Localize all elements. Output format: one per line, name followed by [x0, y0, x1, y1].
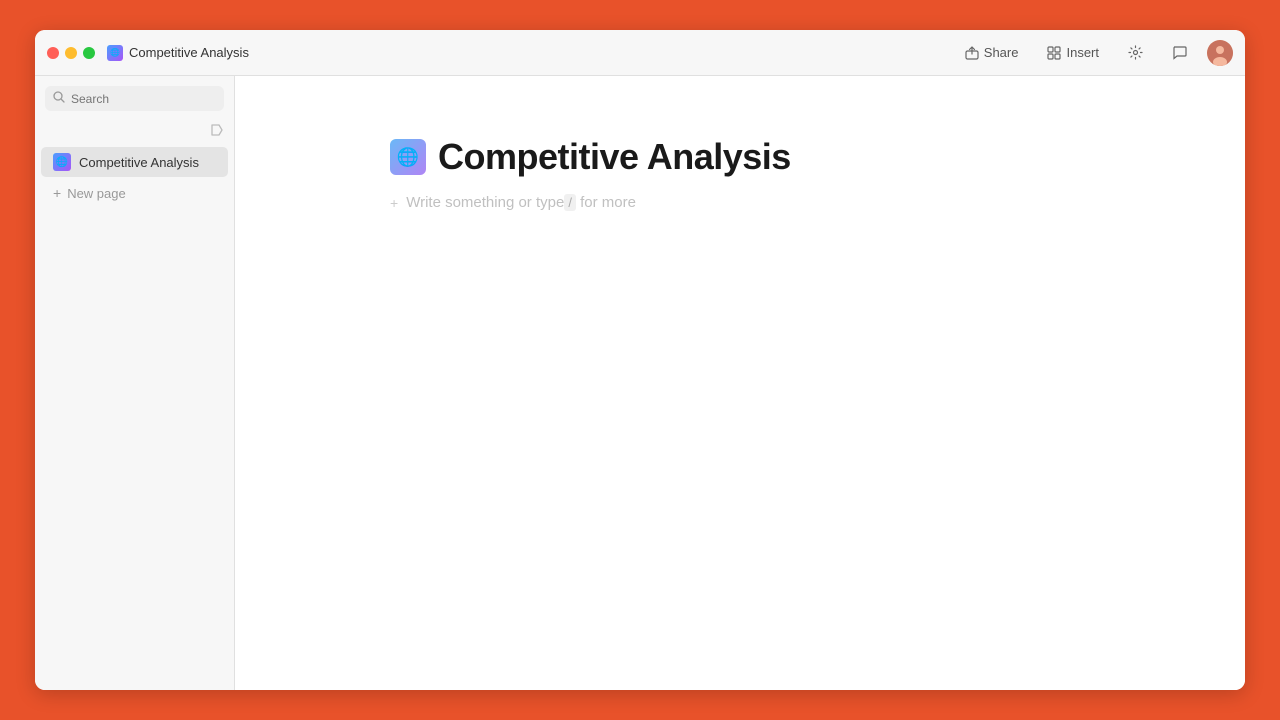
main-content: 🌐 Competitive Analysis + New page 🌐 Comp… [35, 76, 1245, 690]
insert-button[interactable]: Insert [1038, 41, 1107, 65]
share-icon [964, 45, 980, 61]
settings-icon [1127, 45, 1143, 61]
title-bar: 🌐 Competitive Analysis Share [35, 30, 1245, 76]
close-button[interactable] [47, 47, 59, 59]
editor-content: 🌐 Competitive Analysis + Write something… [390, 136, 1090, 211]
search-input[interactable] [71, 92, 216, 106]
avatar[interactable] [1207, 40, 1233, 66]
search-container [35, 86, 234, 111]
search-box[interactable] [45, 86, 224, 111]
editor-placeholder-row: + Write something or type/ for more [390, 194, 1090, 211]
placeholder-suffix: for more [576, 194, 636, 211]
placeholder-text: Write something or type [406, 194, 564, 211]
page-title[interactable]: Competitive Analysis [438, 136, 791, 178]
search-icon [53, 91, 65, 106]
title-bar-actions: Share Insert [956, 40, 1233, 66]
new-page-item[interactable]: + New page [41, 179, 228, 207]
sidebar: 🌐 Competitive Analysis + New page [35, 76, 235, 690]
title-bar-center: 🌐 Competitive Analysis [107, 45, 956, 61]
collapse-sidebar-icon[interactable] [206, 119, 228, 144]
settings-button[interactable] [1119, 41, 1151, 65]
editor-placeholder[interactable]: Write something or type/ for more [406, 194, 636, 211]
title-bar-title: Competitive Analysis [129, 45, 249, 60]
new-page-label: New page [67, 186, 126, 201]
minimize-button[interactable] [65, 47, 77, 59]
page-emoji: 🌐 [397, 147, 419, 168]
traffic-lights [47, 47, 95, 59]
comment-icon [1171, 45, 1187, 61]
share-button[interactable]: Share [956, 41, 1027, 65]
new-page-plus-icon: + [53, 185, 61, 201]
insert-label: Insert [1066, 45, 1099, 60]
maximize-button[interactable] [83, 47, 95, 59]
sidebar-item-label: Competitive Analysis [79, 155, 199, 170]
slash-command: / [564, 194, 576, 211]
placeholder-plus-icon: + [390, 195, 398, 211]
page-emoji-icon: 🌐 [390, 139, 426, 175]
comment-button[interactable] [1163, 41, 1195, 65]
page-title-row: 🌐 Competitive Analysis [390, 136, 1090, 178]
title-bar-page-icon: 🌐 [107, 45, 123, 61]
sidebar-item-competitive-analysis[interactable]: 🌐 Competitive Analysis [41, 147, 228, 177]
sidebar-item-icon: 🌐 [53, 153, 71, 171]
insert-icon [1046, 45, 1062, 61]
share-label: Share [984, 45, 1019, 60]
app-window: 🌐 Competitive Analysis Share [35, 30, 1245, 690]
editor-area[interactable]: 🌐 Competitive Analysis + Write something… [235, 76, 1245, 690]
